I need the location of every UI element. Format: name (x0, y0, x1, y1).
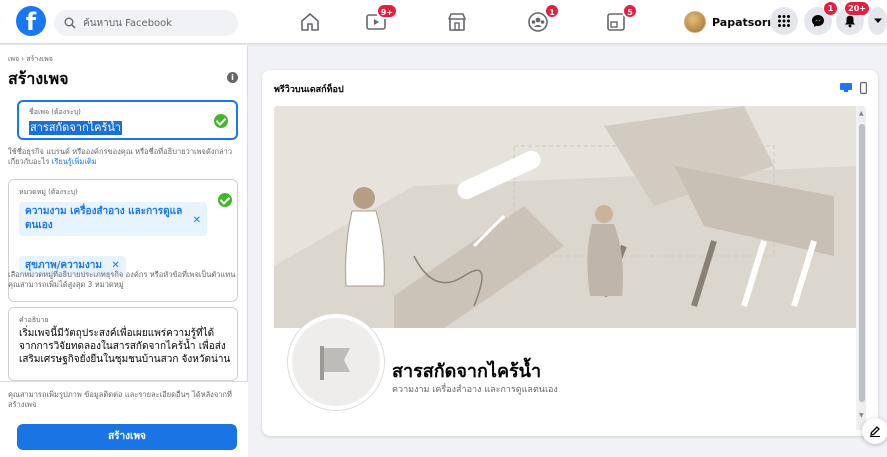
cover-illustration (274, 106, 856, 328)
footer-help: คุณสามารถเพิ่มรูปภาพ ข้อมูลติดต่อ และราย… (8, 390, 232, 409)
category-help: เลือกหมวดหมู่ที่อธิบายประเภทธุรกิจ องค์ก… (8, 270, 236, 289)
mobile-icon[interactable] (860, 82, 867, 94)
preview-scrollbar[interactable]: ▲ ▼ (858, 106, 866, 430)
breadcrumb: เพจ › สร้างเพจ (8, 55, 53, 63)
preview-title: พรีวิวบนเดสก์ท็อป (274, 85, 344, 95)
learn-more-link[interactable]: เรียนรู้เพิ่มเติม (52, 157, 97, 166)
page-name-field[interactable]: ชื่อเพจ (ต้องระบุ) สารสกัดจากไคร้น้ำ (17, 100, 238, 140)
page-name-label: ชื่อเพจ (ต้องระบุ) (29, 108, 81, 116)
preview-page-category: ความงาม เครื่องสำอาง และการดูแลตนเอง (392, 385, 558, 395)
profile-picture (288, 314, 384, 410)
preview-canvas: สารสกัดจากไคร้น้ำ ความงาม เครื่องสำอาง แ… (274, 106, 866, 430)
nav-gaming[interactable]: 5 (604, 3, 638, 34)
chevron-down-icon (873, 18, 882, 23)
nav-marketplace[interactable] (445, 10, 469, 34)
description-field[interactable]: คำอธิบาย เริ่มเพจนี้มีวัตถุประสงค์เพื่อเ… (8, 307, 238, 381)
top-navigation-bar: f 9+ 1 5 Papatsorn 1 20+ (0, 0, 887, 44)
messenger-badge: 1 (823, 1, 838, 16)
scroll-down-icon[interactable]: ▼ (859, 412, 864, 419)
category-label: หมวดหมู่ (ต้องระบุ) (19, 188, 78, 196)
category-chip-label: ความงาม เครื่องสำอาง และการดูแลตนเอง (25, 206, 183, 231)
flag-icon (320, 346, 350, 380)
create-page-button[interactable]: สร้างเพจ (17, 424, 237, 450)
page-name-input[interactable]: สารสกัดจากไคร้น้ำ (29, 121, 123, 135)
groups-badge: 1 (544, 3, 560, 19)
watch-badge: 9+ (375, 3, 398, 19)
avatar (684, 11, 706, 33)
new-message-button[interactable] (862, 418, 887, 444)
scroll-up-icon[interactable]: ▲ (859, 110, 864, 117)
profile-button[interactable]: Papatsorn (684, 9, 775, 35)
desktop-icon[interactable] (840, 83, 852, 92)
notifications-badge: 20+ (844, 1, 870, 16)
marketplace-icon (448, 13, 466, 31)
messenger-button[interactable]: 1 (804, 1, 838, 35)
search-icon (64, 17, 76, 29)
notifications-button[interactable]: 20+ (836, 1, 870, 35)
nav-groups[interactable]: 1 (526, 3, 560, 34)
search-input[interactable] (83, 17, 233, 29)
page-name-help: ใช้ชื่อธุรกิจ แบรนด์ หรือองค์กรของคุณ หร… (8, 147, 240, 167)
description-input[interactable]: เริ่มเพจนี้มีวัตถุประสงค์เพื่อเผยแพร่ควา… (19, 327, 231, 366)
valid-check-icon (214, 114, 228, 128)
grid-menu-icon (778, 15, 790, 27)
cover-photo (274, 106, 856, 328)
scroll-thumb[interactable] (859, 124, 865, 402)
page-title: สร้างเพจ (8, 69, 69, 88)
info-icon[interactable]: i (227, 72, 238, 83)
description-label: คำอธิบาย (19, 316, 49, 324)
home-icon (301, 13, 319, 31)
create-page-panel: เพจ › สร้างเพจ สร้างเพจ i ชื่อเพจ (ต้องร… (0, 45, 248, 457)
page-name-help-text: ใช้ชื่อธุรกิจ แบรนด์ หรือองค์กรของคุณ หร… (8, 147, 233, 166)
desktop-preview-card: พรีวิวบนเดสก์ท็อป สารสกัดจากไคร้น้ำ ความ… (262, 70, 878, 436)
profile-name: Papatsorn (712, 15, 776, 29)
account-menu-button[interactable] (868, 7, 887, 35)
facebook-logo[interactable]: f (16, 6, 46, 36)
search-bar[interactable] (54, 10, 238, 36)
category-chip: ความงาม เครื่องสำอาง และการดูแลตนเอง ✕ (19, 202, 207, 236)
preview-page-name: สารสกัดจากไคร้น้ำ (392, 361, 542, 382)
nav-watch[interactable]: 9+ (364, 3, 398, 34)
valid-check-icon (218, 193, 232, 207)
edit-icon (870, 426, 880, 437)
left-footer: คุณสามารถเพิ่มรูปภาพ ข้อมูลติดต่อ และราย… (0, 381, 248, 457)
gaming-badge: 5 (622, 3, 638, 19)
messenger-icon (812, 15, 824, 27)
menu-button[interactable] (770, 7, 798, 35)
nav-home[interactable] (298, 10, 322, 34)
bell-icon (845, 15, 855, 28)
remove-chip-icon[interactable]: ✕ (193, 214, 201, 228)
